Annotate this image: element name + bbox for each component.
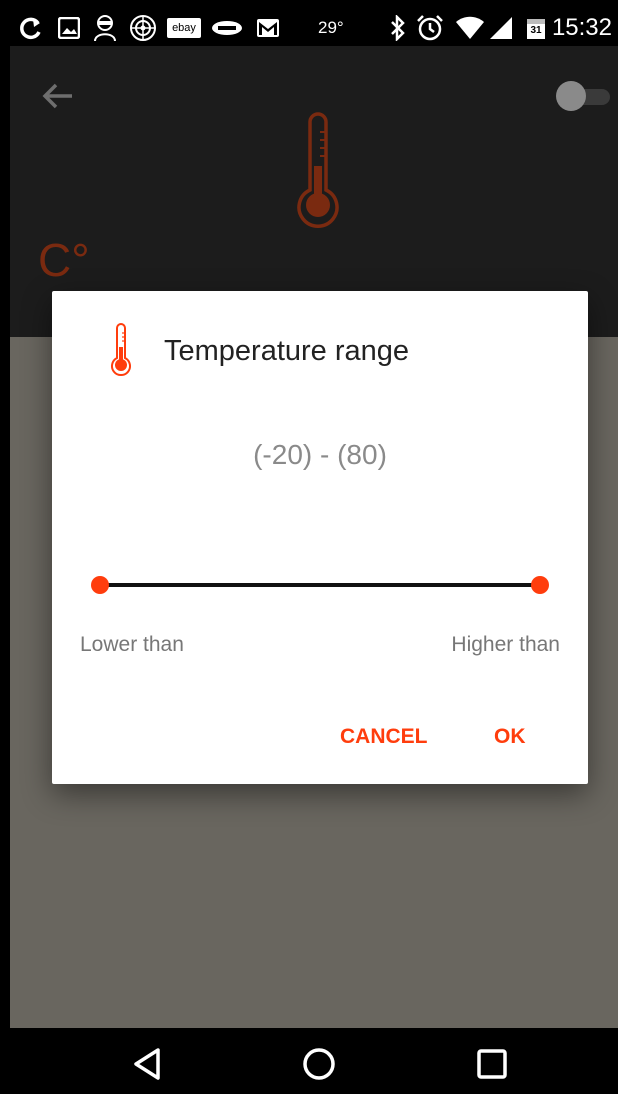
thermometer-icon: [296, 112, 340, 230]
range-slider[interactable]: [88, 571, 552, 599]
spy-icon: [90, 13, 120, 43]
sync-icon: [16, 13, 46, 43]
radar-icon: [128, 13, 158, 43]
ebay-label: ebay: [167, 18, 201, 38]
status-time: 15:32: [551, 14, 612, 41]
ebay-icon: ebay: [166, 13, 202, 43]
cancel-button[interactable]: CANCEL: [340, 717, 428, 757]
recents-icon[interactable]: [474, 1046, 510, 1082]
home-icon[interactable]: [301, 1046, 337, 1082]
status-bar: ebay 29° 31 15:32: [10, 5, 618, 51]
image-icon: [56, 13, 82, 43]
dialog-title: Temperature range: [164, 335, 410, 367]
alarm-icon: [414, 13, 446, 43]
status-temperature: 29°: [318, 18, 344, 37]
wifi-icon: [454, 13, 486, 43]
slider-thumb-high[interactable]: [531, 576, 549, 594]
phone-screen: ebay 29° 31 15:32 C° Temperature range (…: [0, 0, 618, 1094]
back-arrow-icon[interactable]: [40, 78, 76, 114]
ok-button[interactable]: OK: [494, 717, 526, 757]
temperature-range-dialog: Temperature range (-20) - (80) Lower tha…: [52, 291, 588, 784]
signal-icon: [488, 13, 514, 43]
calendar-icon: 31: [524, 13, 548, 43]
temperature-unit: C°: [38, 234, 90, 286]
enable-toggle[interactable]: [556, 81, 612, 111]
navigation-bar: [10, 1028, 618, 1094]
back-icon[interactable]: [130, 1046, 166, 1082]
aliexpress-icon: [210, 13, 244, 43]
higher-than-label: Higher than: [451, 633, 560, 656]
slider-track[interactable]: [100, 583, 540, 587]
lower-than-label: Lower than: [80, 633, 184, 656]
calendar-day: 31: [530, 25, 542, 36]
thermometer-icon: [110, 323, 132, 377]
app-content: C° Temperature range (-20) - (80) Lower …: [10, 46, 618, 1028]
bluetooth-icon: [386, 13, 410, 43]
range-value: (-20) - (80): [253, 439, 387, 470]
slider-thumb-low[interactable]: [91, 576, 109, 594]
toggle-knob: [556, 81, 586, 111]
gmail-icon: [254, 13, 282, 43]
